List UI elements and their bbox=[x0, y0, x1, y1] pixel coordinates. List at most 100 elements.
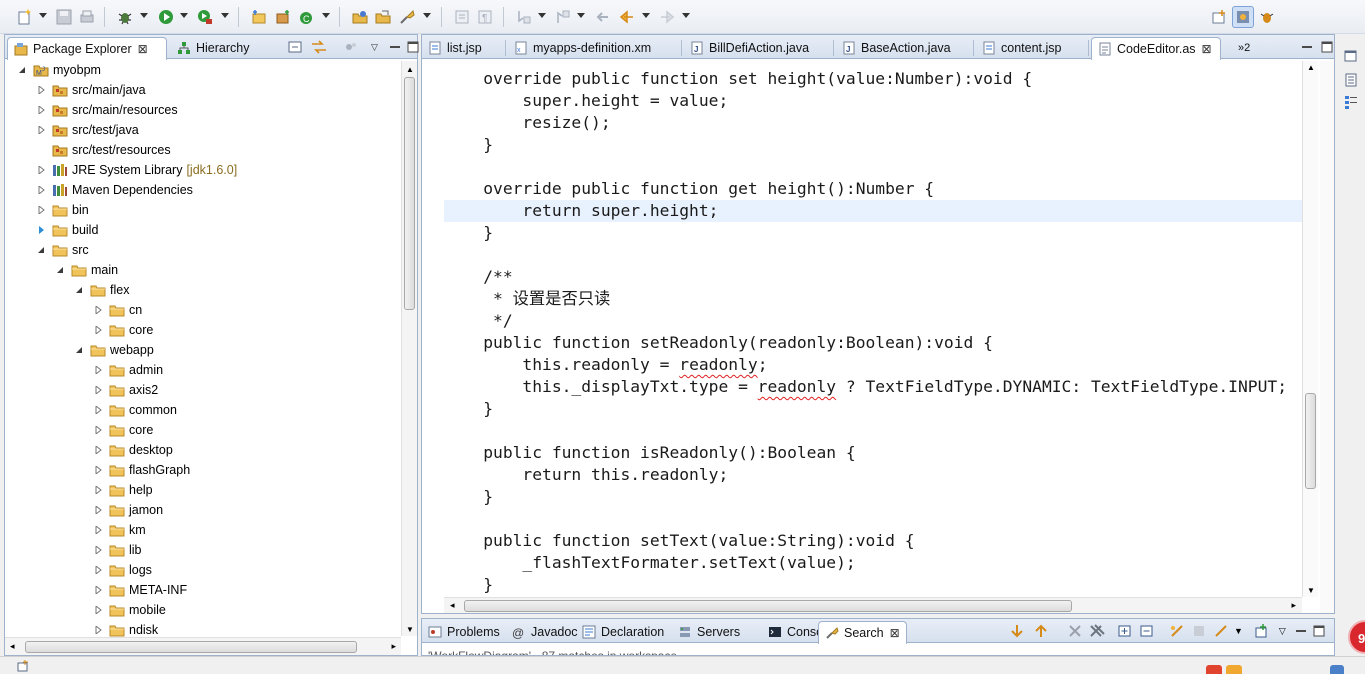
search-icon[interactable] bbox=[396, 6, 418, 28]
explorer-horizontal-scrollbar[interactable]: ◂ ▸ bbox=[5, 637, 401, 655]
open-task-icon[interactable] bbox=[372, 6, 394, 28]
link-with-editor-icon[interactable] bbox=[309, 39, 329, 55]
tab-myapps-definition-xm[interactable]: x myapps-definition.xm bbox=[508, 37, 682, 59]
tree-item-src-test-java[interactable]: src/test/java bbox=[36, 120, 139, 140]
editor-horizontal-scrollbar[interactable]: ◂ ▸ bbox=[444, 597, 1302, 613]
maximize-icon[interactable] bbox=[406, 40, 420, 54]
new-wizard-icon[interactable] bbox=[14, 6, 36, 28]
code-line[interactable] bbox=[444, 420, 1302, 442]
code-line[interactable]: _flashTextFormater.setText(value); bbox=[444, 552, 1302, 574]
scroll-right-icon[interactable]: ▸ bbox=[391, 641, 396, 652]
debug-icon[interactable] bbox=[114, 6, 136, 28]
tab-hierarchy[interactable]: Hierarchy bbox=[171, 37, 256, 59]
minimize-icon[interactable] bbox=[388, 40, 402, 54]
search-dropdown-icon[interactable] bbox=[423, 13, 431, 18]
last-edit-location-icon[interactable] bbox=[592, 6, 614, 28]
scroll-down-icon[interactable]: ▼ bbox=[1307, 586, 1315, 595]
forward-dropdown-icon[interactable] bbox=[682, 13, 690, 18]
previous-annotation-icon[interactable] bbox=[552, 6, 574, 28]
java-ee-perspective-icon[interactable] bbox=[1232, 6, 1254, 28]
tree-item-bin[interactable]: bin bbox=[36, 200, 89, 220]
notification-badge[interactable]: 91 bbox=[1348, 620, 1365, 654]
collapsed-twisty-icon[interactable] bbox=[36, 205, 46, 215]
collapse-all-icon[interactable] bbox=[287, 39, 303, 55]
tab-problems[interactable]: Problems bbox=[422, 621, 506, 643]
tree-item-desktop[interactable]: desktop bbox=[93, 440, 173, 460]
collapsed-twisty-icon[interactable] bbox=[93, 305, 103, 315]
close-icon[interactable]: ⊠ bbox=[138, 42, 148, 56]
tab-list-jsp[interactable]: list.jsp bbox=[422, 37, 506, 59]
tree-item-common[interactable]: common bbox=[93, 400, 177, 420]
tree-item-src[interactable]: src bbox=[36, 240, 89, 260]
scrollbar-thumb[interactable] bbox=[404, 77, 415, 310]
tree-item-core[interactable]: core bbox=[93, 420, 153, 440]
minimize-icon[interactable] bbox=[1294, 624, 1308, 638]
next-annotation-icon[interactable] bbox=[513, 6, 535, 28]
explorer-vertical-scrollbar[interactable]: ▲ ▼ bbox=[401, 61, 417, 636]
tab-servers[interactable]: Servers bbox=[672, 621, 746, 643]
pin-view-icon[interactable] bbox=[1253, 623, 1271, 639]
code-line[interactable]: return super.height; bbox=[444, 200, 1302, 222]
collapsed-twisty-icon[interactable] bbox=[93, 425, 103, 435]
tree-item-main[interactable]: main bbox=[55, 260, 118, 280]
debug-dropdown-icon[interactable] bbox=[140, 13, 148, 18]
collapsed-twisty-icon[interactable] bbox=[93, 325, 103, 335]
collapsed-twisty-icon[interactable] bbox=[93, 445, 103, 455]
tree-item-jamon[interactable]: jamon bbox=[93, 500, 163, 520]
collapsed-twisty-icon[interactable] bbox=[36, 105, 46, 115]
external-tools-icon[interactable] bbox=[194, 6, 216, 28]
debug-perspective-icon[interactable] bbox=[1256, 6, 1278, 28]
open-perspective-icon[interactable] bbox=[1208, 6, 1230, 28]
new-wizard-dropdown-icon[interactable] bbox=[39, 13, 47, 18]
print-icon[interactable] bbox=[76, 6, 98, 28]
code-line[interactable] bbox=[444, 244, 1302, 266]
run-icon[interactable] bbox=[155, 6, 177, 28]
collapsed-twisty-icon[interactable] bbox=[36, 185, 46, 195]
tree-item-km[interactable]: km bbox=[93, 520, 146, 540]
outline-icon[interactable] bbox=[1343, 72, 1359, 88]
tab-search[interactable]: Search ⊠ bbox=[818, 621, 907, 644]
tray-icon[interactable] bbox=[1226, 665, 1242, 674]
tree-item-admin[interactable]: admin bbox=[93, 360, 163, 380]
tree-item-help[interactable]: help bbox=[93, 480, 153, 500]
collapsed-twisty-icon[interactable] bbox=[36, 165, 46, 175]
scrollbar-thumb[interactable] bbox=[1305, 393, 1316, 490]
previous-annotation-dropdown-icon[interactable] bbox=[577, 13, 585, 18]
search-history-icon[interactable] bbox=[1212, 623, 1230, 639]
fast-view-icon[interactable] bbox=[16, 659, 30, 673]
tab-javadoc[interactable]: @ Javadoc bbox=[506, 621, 584, 643]
code-line[interactable]: public function setReadonly(readonly:Boo… bbox=[444, 332, 1302, 354]
expanded-twisty-icon[interactable] bbox=[36, 245, 46, 255]
code-line[interactable]: override public function get height():Nu… bbox=[444, 178, 1302, 200]
code-line[interactable]: this._displayTxt.type = readonly ? TextF… bbox=[444, 376, 1302, 398]
code-line[interactable]: resize(); bbox=[444, 112, 1302, 134]
tray-icon[interactable] bbox=[1206, 665, 1222, 674]
collapsed-twisty-icon[interactable] bbox=[93, 525, 103, 535]
restore-icon[interactable] bbox=[1343, 48, 1359, 64]
external-tools-dropdown-icon[interactable] bbox=[221, 13, 229, 18]
overflow-tabs-icon[interactable]: »2 bbox=[1232, 37, 1256, 59]
new-class-dropdown-icon[interactable] bbox=[322, 13, 330, 18]
task-list-icon[interactable] bbox=[1343, 94, 1359, 110]
tree-item-core[interactable]: core bbox=[93, 320, 153, 340]
remove-all-matches-icon[interactable] bbox=[1088, 623, 1106, 639]
remove-match-icon[interactable] bbox=[1066, 623, 1084, 639]
tree-item-myobpm[interactable]: M J myobpm bbox=[17, 61, 101, 80]
editor-vertical-scrollbar[interactable]: ▲ ▼ bbox=[1302, 61, 1318, 597]
new-java-project-icon[interactable] bbox=[248, 6, 270, 28]
collapsed-twisty-icon[interactable] bbox=[93, 585, 103, 595]
minimize-icon[interactable] bbox=[1300, 40, 1314, 54]
tree-item-meta-inf[interactable]: META-INF bbox=[93, 580, 187, 600]
maximize-icon[interactable] bbox=[1320, 40, 1334, 54]
tree-item-jre-system-library[interactable]: JRE System Library [jdk1.6.0] bbox=[36, 160, 237, 180]
close-icon[interactable]: ⊠ bbox=[1202, 42, 1212, 56]
tab-baseaction-java[interactable]: J BaseAction.java bbox=[836, 37, 974, 59]
scroll-up-icon[interactable]: ▲ bbox=[1307, 63, 1315, 72]
scroll-left-icon[interactable]: ◂ bbox=[10, 641, 15, 652]
code-line[interactable] bbox=[444, 156, 1302, 178]
maximize-icon[interactable] bbox=[1312, 624, 1326, 638]
tree-item-cn[interactable]: cn bbox=[93, 300, 142, 320]
run-search-again-icon[interactable] bbox=[1168, 623, 1186, 639]
tab-billdefiaction-java[interactable]: J BillDefiAction.java bbox=[684, 37, 834, 59]
code-line[interactable]: } bbox=[444, 398, 1302, 420]
